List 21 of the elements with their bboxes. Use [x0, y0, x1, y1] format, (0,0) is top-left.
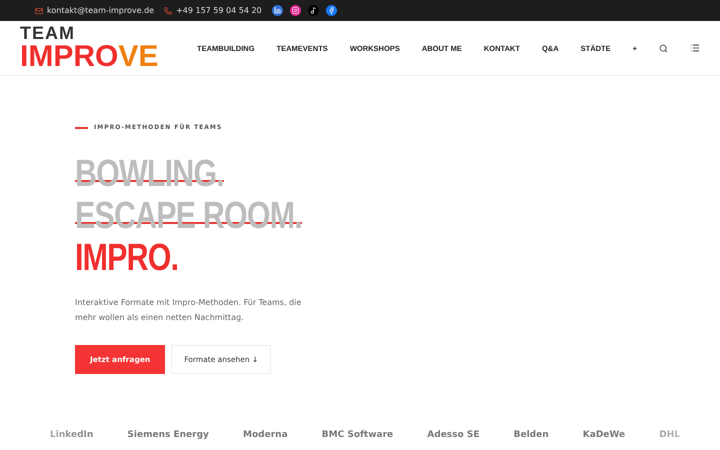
- music-note-icon[interactable]: [308, 5, 319, 16]
- client-name: LinkedIn: [50, 430, 94, 440]
- headline: IMPRO.: [75, 237, 178, 279]
- instagram-icon[interactable]: [290, 5, 301, 16]
- linkedin-icon[interactable]: [272, 5, 283, 16]
- client-name: KaDeWe: [582, 430, 626, 440]
- phone-icon: [164, 6, 172, 14]
- intro-text: Interaktive Formate mit Impro-Methoden. Für Teams, die mehr wollen als einen netten Nachmittag.: [75, 297, 302, 324]
- mail-icon: [35, 6, 43, 14]
- client-name: DHL: [659, 430, 680, 440]
- search-icon[interactable]: [659, 44, 668, 52]
- phone-link[interactable]: +49 157 59 04 54 20: [176, 6, 262, 15]
- client-name: Belden: [514, 430, 549, 440]
- client-name: Siemens Energy: [127, 430, 209, 440]
- client-name: Adesso SE: [427, 430, 480, 440]
- client-name: Moderna: [243, 430, 288, 440]
- client-name: BMC Software: [322, 430, 394, 440]
- logo[interactable]: TEAM IMPROVE: [20, 24, 158, 72]
- facebook-icon[interactable]: [326, 5, 337, 16]
- email-link[interactable]: kontakt@team-improve.de: [47, 6, 154, 15]
- menu-icon[interactable]: [690, 43, 700, 53]
